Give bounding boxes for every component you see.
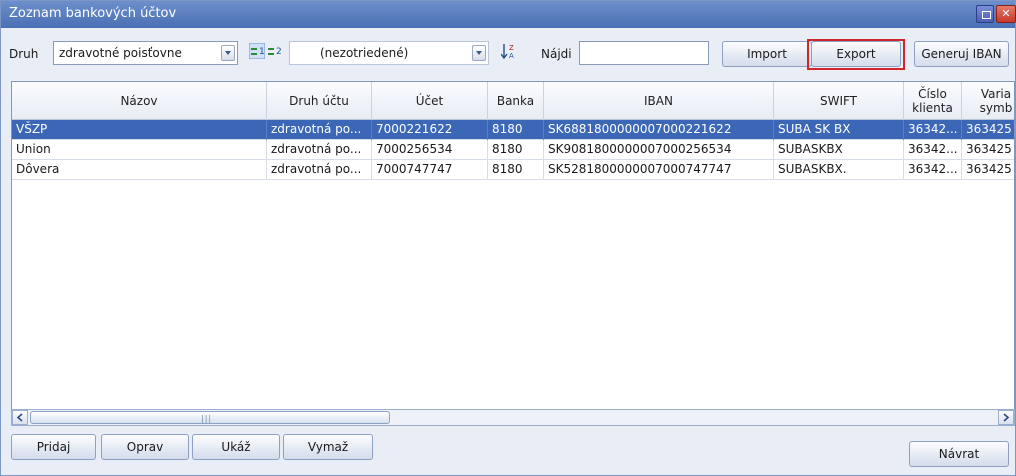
import-label: Import bbox=[747, 47, 787, 61]
return-button[interactable]: Návrat bbox=[909, 441, 1009, 467]
druh-value: zdravotné poisťovne bbox=[59, 46, 182, 60]
window-title: Zoznam bankových účtov bbox=[9, 6, 177, 21]
cell-banka: 8180 bbox=[488, 160, 544, 180]
svg-text:Z: Z bbox=[509, 44, 514, 52]
generate-iban-button[interactable]: Generuj IBAN bbox=[914, 41, 1009, 67]
generuj-label: Generuj IBAN bbox=[921, 47, 1002, 61]
sort-desc-view-icon[interactable]: 2 bbox=[267, 43, 283, 59]
delete-button[interactable]: Vymaž bbox=[283, 434, 373, 460]
sort-value: (nezotriedené) bbox=[320, 46, 409, 60]
oprav-label: Oprav bbox=[126, 440, 164, 454]
view1-number: 1 bbox=[259, 47, 265, 57]
cell-nazov: VŠZP bbox=[12, 120, 267, 140]
cell-cislo-klienta: 36342... bbox=[904, 140, 962, 160]
scroll-right-arrow-icon[interactable] bbox=[998, 410, 1014, 425]
bank-accounts-window: Zoznam bankových účtov ✕ Druh zdravotné … bbox=[0, 0, 1016, 476]
restore-button[interactable] bbox=[976, 5, 994, 23]
chevron-down-icon[interactable] bbox=[221, 45, 235, 61]
cell-cislo-klienta: 36342... bbox=[904, 120, 962, 140]
search-input[interactable] bbox=[579, 41, 709, 65]
cell-swift: SUBASKBX bbox=[774, 140, 904, 160]
najdi-label: Nájdi bbox=[541, 47, 572, 61]
table-header: Názov Druh účtu Účet Banka IBAN SWIFT Čí… bbox=[12, 82, 1014, 120]
horizontal-scrollbar[interactable]: ||| bbox=[11, 409, 1015, 426]
cell-nazov: Union bbox=[12, 140, 267, 160]
col-header-variabilny-symbol[interactable]: Varia symb bbox=[962, 82, 1014, 120]
col-header-nazov[interactable]: Názov bbox=[12, 82, 267, 120]
col-header-druh-uctu[interactable]: Druh účtu bbox=[267, 82, 372, 120]
cell-swift: SUBA SK BX bbox=[774, 120, 904, 140]
cell-iban: SK6881800000007000221622 bbox=[544, 120, 774, 140]
cell-banka: 8180 bbox=[488, 140, 544, 160]
toolbar: Druh zdravotné poisťovne 1 2 (nezotriede… bbox=[1, 28, 1015, 78]
sort-asc-view-icon[interactable]: 1 bbox=[249, 43, 265, 59]
col-header-banka[interactable]: Banka bbox=[488, 82, 544, 120]
scroll-left-arrow-icon[interactable] bbox=[12, 410, 28, 425]
cell-nazov: Dôvera bbox=[12, 160, 267, 180]
druh-select[interactable]: zdravotné poisťovne bbox=[53, 41, 238, 65]
export-highlight-box bbox=[807, 39, 905, 70]
cell-variabilny-symbol: 363425 bbox=[966, 162, 1012, 176]
col-header-iban[interactable]: IBAN bbox=[544, 82, 774, 120]
cell-variabilny-symbol: 363425 bbox=[966, 142, 1012, 156]
close-icon: ✕ bbox=[1001, 7, 1011, 20]
import-button[interactable]: Import bbox=[722, 41, 812, 67]
add-button[interactable]: Pridaj bbox=[11, 434, 96, 460]
cell-druh-uctu: zdravotná po... bbox=[267, 120, 372, 140]
druh-label: Druh bbox=[9, 47, 39, 61]
scrollbar-thumb[interactable]: ||| bbox=[30, 411, 390, 424]
cell-swift: SUBASKBX. bbox=[774, 160, 904, 180]
sort-az-icon[interactable]: Z A bbox=[501, 43, 517, 59]
accounts-table: Názov Druh účtu Účet Banka IBAN SWIFT Čí… bbox=[11, 81, 1015, 425]
cell-iban: SK5281800000007000747747 bbox=[544, 160, 774, 180]
table-row[interactable]: VŠZP zdravotná po... 7000221622 8180 SK6… bbox=[12, 120, 1014, 140]
cell-banka: 8180 bbox=[488, 120, 544, 140]
col-header-ucet[interactable]: Účet bbox=[372, 82, 488, 120]
cell-druh-uctu: zdravotná po... bbox=[267, 140, 372, 160]
cell-ucet: 7000221622 bbox=[372, 120, 488, 140]
chevron-down-icon[interactable] bbox=[472, 45, 486, 61]
sort-select[interactable]: (nezotriedené) bbox=[289, 41, 489, 65]
show-button[interactable]: Ukáž bbox=[192, 434, 280, 460]
vymaz-label: Vymaž bbox=[307, 440, 349, 454]
svg-text:A: A bbox=[509, 52, 514, 59]
cell-cislo-klienta: 36342... bbox=[904, 160, 962, 180]
cell-ucet: 7000747747 bbox=[372, 160, 488, 180]
cell-ucet: 7000256534 bbox=[372, 140, 488, 160]
table-row[interactable]: Dôvera zdravotná po... 7000747747 8180 S… bbox=[12, 160, 1014, 180]
edit-button[interactable]: Oprav bbox=[101, 434, 189, 460]
col-header-swift[interactable]: SWIFT bbox=[774, 82, 904, 120]
view2-number: 2 bbox=[276, 47, 282, 57]
cell-iban: SK9081800000007000256534 bbox=[544, 140, 774, 160]
col-header-cislo-klienta[interactable]: Číslo klienta bbox=[904, 82, 962, 120]
table-row[interactable]: Union zdravotná po... 7000256534 8180 SK… bbox=[12, 140, 1014, 160]
cell-variabilny-symbol: 363425 bbox=[966, 122, 1012, 136]
navrat-label: Návrat bbox=[938, 447, 980, 461]
pridaj-label: Pridaj bbox=[36, 440, 71, 454]
ukaz-label: Ukáž bbox=[221, 440, 251, 454]
close-button[interactable]: ✕ bbox=[996, 5, 1016, 23]
title-bar: Zoznam bankových účtov ✕ bbox=[1, 1, 1016, 28]
cell-druh-uctu: zdravotná po... bbox=[267, 160, 372, 180]
